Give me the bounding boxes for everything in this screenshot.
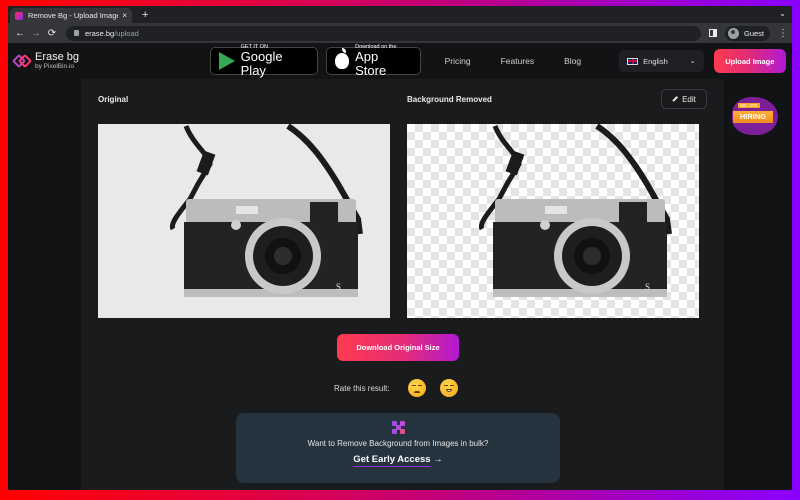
google-play-big: Google Play [240,49,283,78]
language-label: English [643,56,668,66]
browser-tab[interactable]: Remove Bg - Upload Images to × [10,8,132,23]
background-removed-image: S [407,124,699,318]
bulk-promo-text: Want to Remove Background from Images in… [307,439,489,448]
rate-label: Rate this result: [334,383,390,393]
logo[interactable]: Erase bg by PixelBin.io [11,51,210,70]
svg-text:S: S [336,282,341,292]
lock-icon [74,30,79,36]
original-label: Original [98,95,129,104]
guest-avatar-icon [727,27,739,39]
chevron-down-icon: ⌄ [689,58,696,65]
apple-icon [335,48,350,69]
side-panel-icon[interactable] [708,29,717,37]
logo-name: Erase bg [35,51,80,63]
erase-bg-logo-icon [11,53,33,69]
nav-features[interactable]: Features [501,56,535,66]
camera-photo: S [169,124,363,297]
result-panel: Original Background Removed Edit S S Dow… [81,79,724,490]
forward-button[interactable]: → [28,28,44,39]
tab-title: Remove Bg - Upload Images to [28,11,118,20]
download-original-size-button[interactable]: Download Original Size [337,334,459,361]
happy-face-icon[interactable] [439,379,458,397]
profile-label: Guest [743,28,764,38]
language-select[interactable]: English ⌄ [619,50,704,72]
browser-window: Remove Bg - Upload Images to × + ⌄ ← → ⟳… [8,6,792,490]
reload-button[interactable]: ⟳ [44,28,60,39]
original-image: S [98,124,390,318]
profile-button[interactable]: Guest [724,25,770,41]
tab-strip: Remove Bg - Upload Images to × + ⌄ [8,6,792,23]
bulk-grid-icon [392,421,405,434]
address-bar[interactable]: erase.bg/upload [66,25,701,41]
we-are-hiring-badge[interactable]: WE ARE HIRING [728,91,780,141]
logo-byline: by PixelBin.io [35,63,75,70]
get-early-access-link[interactable]: Get Early Access → [236,454,560,467]
app-store-button[interactable]: Download on the App Store [326,44,421,78]
page-content: Erase bg by PixelBin.io GET IT ON Google… [8,43,792,490]
browser-menu-icon[interactable]: ⋮ [778,28,788,39]
google-play-button[interactable]: GET IT ON Google Play [209,44,319,78]
edit-label: Edit [682,94,696,104]
edit-button[interactable]: Edit [661,89,707,109]
uk-flag-icon [627,57,639,65]
url-host: erase.bg [85,28,115,38]
svg-text:S: S [645,282,650,292]
pencil-icon [672,96,678,102]
browser-toolbar: ← → ⟳ erase.bg/upload Guest ⋮ [8,23,792,43]
erase-bg-favicon-icon [15,11,23,20]
url-path: /upload [114,28,139,38]
tab-search-chevron-icon[interactable]: ⌄ [779,9,786,18]
hiring-word: HIRING [733,111,773,123]
app-store-big: App Store [355,49,387,78]
site-header: Erase bg by PixelBin.io GET IT ON Google… [8,43,792,79]
get-early-access-label: Get Early Access [353,454,431,467]
background-removed-label: Background Removed [407,95,492,104]
nav-pricing[interactable]: Pricing [445,56,471,66]
rating-row: Rate this result: [334,379,458,397]
google-play-icon [218,52,235,70]
close-tab-icon[interactable]: × [122,11,127,20]
camera-cutout: S [478,124,672,297]
sad-face-icon[interactable] [407,379,426,397]
nav-blog[interactable]: Blog [564,56,581,66]
back-button[interactable]: ← [12,28,28,39]
arrow-right-icon: → [433,454,443,465]
bulk-promo-card: Want to Remove Background from Images in… [236,413,560,483]
upload-image-button[interactable]: Upload Image [713,49,786,73]
new-tab-button[interactable]: + [142,8,148,23]
hiring-tag: WE ARE [738,103,760,108]
